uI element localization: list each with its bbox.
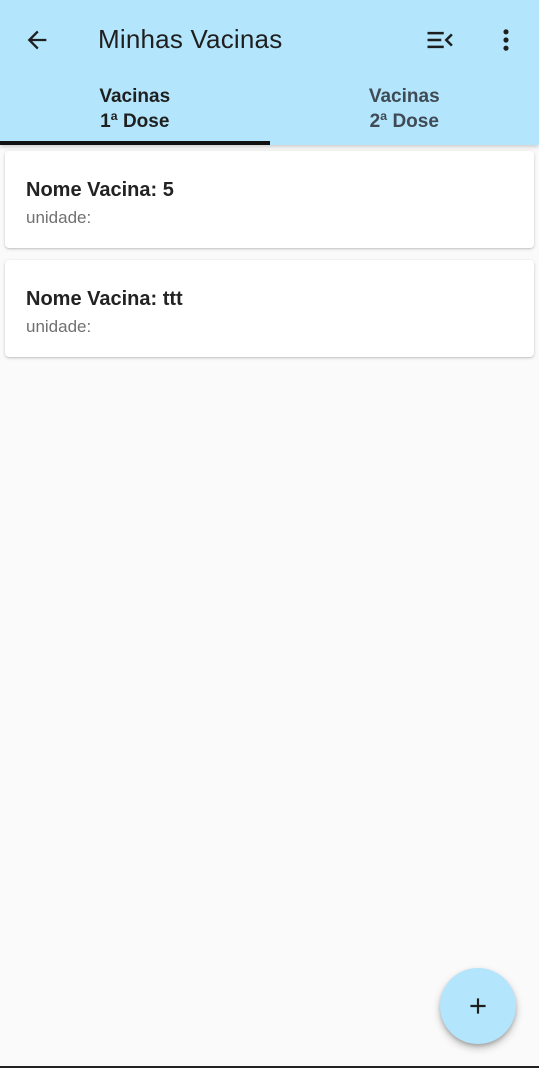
- sort-button[interactable]: [420, 20, 460, 60]
- vaccine-card[interactable]: Nome Vacina: 5 unidade:: [5, 151, 534, 248]
- vaccine-name: Nome Vacina: ttt: [26, 288, 183, 310]
- tab-label-line1: Vacinas: [368, 86, 440, 107]
- tab-active-indicator: [0, 141, 270, 145]
- app-bar: Minhas Vacinas Vacinas 1ª Dose Vacinas 2…: [0, 0, 539, 145]
- tab-label-line1: Vacinas: [99, 86, 171, 107]
- tab-label-line2: 1ª Dose: [100, 111, 170, 132]
- sort-collapse-icon: [427, 31, 453, 49]
- vaccine-name: Nome Vacina: 5: [26, 179, 174, 201]
- add-vaccine-button[interactable]: [440, 968, 516, 1044]
- tab-bar: Vacinas 1ª Dose Vacinas 2ª Dose: [0, 82, 539, 145]
- vaccine-card[interactable]: Nome Vacina: ttt unidade:: [5, 260, 534, 357]
- vaccine-unit: unidade:: [26, 317, 92, 336]
- vaccine-unit: unidade:: [26, 208, 92, 227]
- tab-first-dose[interactable]: Vacinas 1ª Dose: [0, 82, 270, 145]
- plus-icon: [470, 998, 486, 1014]
- page-title: Minhas Vacinas: [98, 24, 283, 54]
- more-vertical-icon: [503, 29, 509, 51]
- tab-label-line2: 2ª Dose: [369, 111, 439, 132]
- more-options-button[interactable]: [486, 20, 526, 60]
- back-button[interactable]: [17, 20, 57, 60]
- arrow-left-icon: [27, 30, 47, 50]
- tab-second-dose[interactable]: Vacinas 2ª Dose: [270, 82, 539, 145]
- screen: Minhas Vacinas Vacinas 1ª Dose Vacinas 2…: [0, 0, 539, 1068]
- vaccine-list: Nome Vacina: 5 unidade: Nome Vacina: ttt…: [0, 145, 539, 357]
